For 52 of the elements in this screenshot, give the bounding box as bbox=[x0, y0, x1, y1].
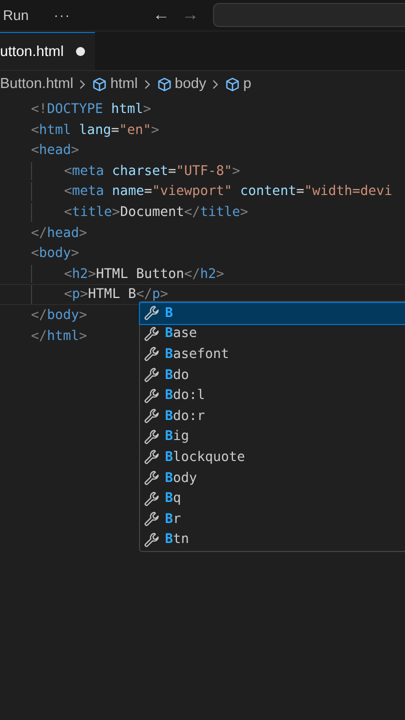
forward-button[interactable]: → bbox=[182, 5, 199, 25]
chevron-right-icon bbox=[212, 78, 220, 90]
chevron-right-icon bbox=[79, 78, 86, 90]
suggestion-item[interactable]: Btn bbox=[140, 530, 405, 550]
breadcrumb-item[interactable]: Button.html bbox=[0, 76, 74, 92]
more-menu[interactable]: ··· bbox=[54, 7, 71, 23]
wrench-icon bbox=[144, 367, 160, 384]
wrench-icon bbox=[144, 326, 160, 342]
wrench-icon bbox=[144, 428, 160, 445]
code-line: <head> bbox=[31, 142, 80, 160]
editor-tab[interactable]: utton.html bbox=[0, 32, 95, 70]
wrench-icon bbox=[144, 470, 160, 486]
back-button[interactable]: ← bbox=[152, 5, 170, 25]
suggestion-item[interactable]: Body bbox=[140, 468, 405, 488]
code-line: <title>Document</title> bbox=[64, 204, 248, 222]
chevron-right-icon bbox=[144, 78, 151, 90]
suggestion-item[interactable]: Br bbox=[140, 508, 405, 530]
search-field[interactable] bbox=[212, 3, 405, 27]
suggestion-item[interactable]: B bbox=[140, 303, 405, 324]
code-line: </head> bbox=[31, 224, 88, 242]
code-line: <html lang="en"> bbox=[31, 122, 160, 140]
wrench-icon bbox=[144, 449, 160, 466]
wrench-icon bbox=[144, 532, 160, 548]
suggestion-item[interactable]: Bdo:l bbox=[140, 385, 405, 406]
breadcrumb-item[interactable]: body bbox=[174, 76, 206, 92]
wrench-icon bbox=[144, 305, 160, 322]
code-line: <p>HTML B</p> bbox=[64, 286, 168, 304]
wrench-icon bbox=[144, 346, 160, 362]
wrench-icon bbox=[144, 511, 160, 528]
wrench-icon bbox=[144, 490, 160, 507]
code-line: <body> bbox=[31, 245, 80, 263]
code-line: <h2>HTML Button</h2> bbox=[64, 266, 224, 284]
suggestion-item[interactable]: Big bbox=[140, 426, 405, 448]
cube-icon bbox=[92, 76, 108, 92]
cube-icon bbox=[225, 76, 240, 92]
suggestion-item[interactable]: Blockquote bbox=[140, 447, 405, 468]
suggestion-item[interactable]: Bdo:r bbox=[140, 406, 405, 427]
code-line: <!DOCTYPE html> bbox=[31, 101, 152, 119]
code-line: </html> bbox=[31, 328, 88, 346]
wrench-icon bbox=[144, 388, 160, 404]
suggestion-item[interactable]: Bdo bbox=[140, 364, 405, 386]
code-line: <meta name="viewport" content="width=devi bbox=[64, 183, 392, 201]
breadcrumb-item[interactable]: html bbox=[110, 76, 138, 92]
run-menu[interactable]: Run bbox=[3, 7, 29, 23]
code-line: <meta charset="UTF-8"> bbox=[64, 162, 240, 180]
suggestion-item[interactable]: Base bbox=[140, 324, 405, 344]
wrench-icon bbox=[144, 408, 160, 424]
code-line: </body> bbox=[31, 306, 88, 325]
suggestion-item[interactable]: Basefont bbox=[140, 344, 405, 365]
breadcrumb-item[interactable]: p bbox=[243, 76, 252, 92]
cube-icon bbox=[156, 76, 172, 92]
suggestion-item[interactable]: Bq bbox=[140, 488, 405, 509]
